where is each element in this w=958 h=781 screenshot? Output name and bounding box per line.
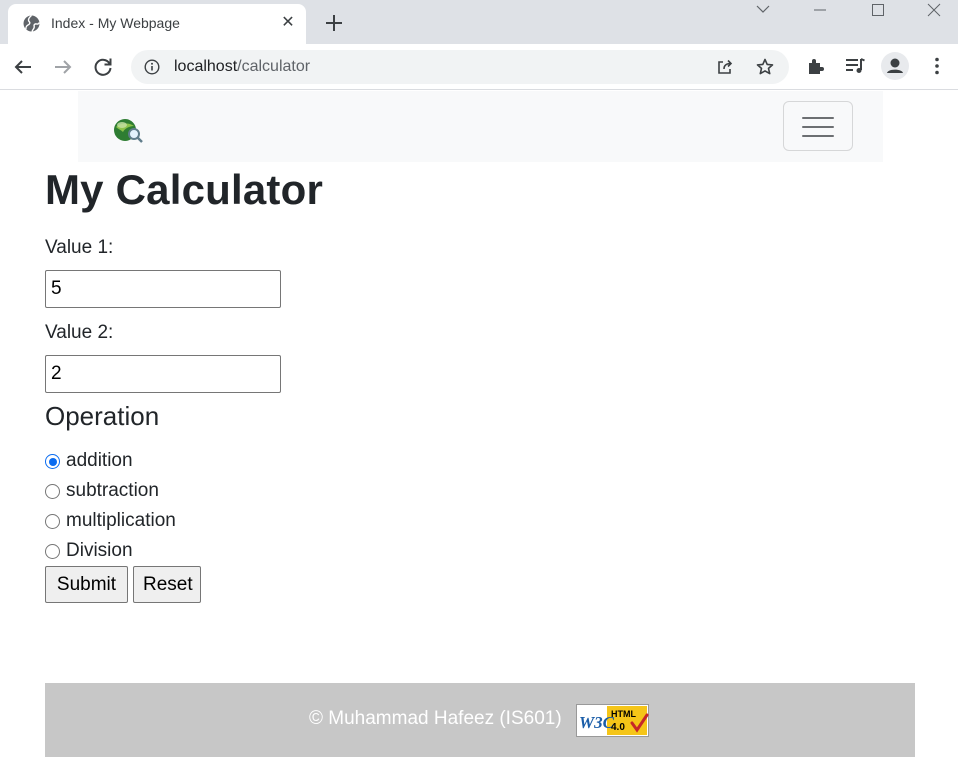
radio-button[interactable] [45,484,60,499]
tab-close-icon[interactable]: ✕ [278,13,298,33]
navbar-toggler-button[interactable] [783,101,853,151]
tab-title: Index - My Webpage [51,15,180,31]
url-text[interactable]: localhost/calculator [174,58,310,76]
radio-button[interactable] [45,454,60,469]
profile-icon[interactable] [881,52,909,80]
svg-text:HTML: HTML [611,709,636,719]
hamburger-line [802,135,834,137]
share-icon[interactable] [715,57,735,77]
info-icon[interactable] [144,59,160,75]
forward-arrow-icon[interactable] [50,54,76,80]
extensions-icon[interactable] [805,55,827,77]
reload-icon[interactable] [90,54,116,80]
minimize-icon[interactable] [797,0,843,22]
radio-label: subtraction [66,480,159,501]
radio-button[interactable] [45,514,60,529]
star-icon[interactable] [755,57,775,77]
radio-label: addition [66,450,133,471]
footer-copyright: © Muhammad Hafeez (IS601) [309,708,562,729]
address-bar[interactable]: localhost/calculator [131,50,789,84]
page-title: My Calculator [45,166,323,213]
site-logo[interactable] [111,117,143,145]
svg-text:4.0: 4.0 [611,722,625,733]
tab-search-chevron-icon[interactable] [740,0,786,22]
url-host: localhost [174,58,238,75]
hamburger-line [802,126,834,128]
media-icon[interactable] [844,55,866,77]
value2-input[interactable] [45,355,281,393]
value1-label: Value 1: [45,237,114,258]
hamburger-line [802,117,834,119]
reset-button[interactable]: Reset [133,566,201,603]
back-arrow-icon[interactable] [10,54,36,80]
window-close-icon[interactable] [911,0,957,22]
value2-label: Value 2: [45,322,114,343]
new-tab-icon[interactable] [322,11,346,35]
radio-label: multiplication [66,510,176,531]
submit-button[interactable]: Submit [45,566,128,603]
w3c-html4-badge[interactable]: W3C HTML 4.0 [576,704,649,737]
globe-icon [23,15,40,32]
svg-text:W3C: W3C [579,713,615,732]
radio-button[interactable] [45,544,60,559]
browser-tabstrip: Index - My Webpage ✕ [0,0,958,44]
browser-tab[interactable]: Index - My Webpage ✕ [8,4,306,44]
site-navbar [78,91,883,162]
maximize-icon[interactable] [855,0,901,22]
page-footer: © Muhammad Hafeez (IS601) W3C HTML 4.0 [45,683,915,757]
person-icon [887,58,903,73]
radio-label: Division [66,540,133,561]
value1-input[interactable] [45,270,281,308]
menu-icon[interactable] [926,55,948,77]
browser-toolbar: localhost/calculator [0,44,958,90]
url-path: /calculator [237,58,311,75]
operation-heading: Operation [45,401,160,431]
